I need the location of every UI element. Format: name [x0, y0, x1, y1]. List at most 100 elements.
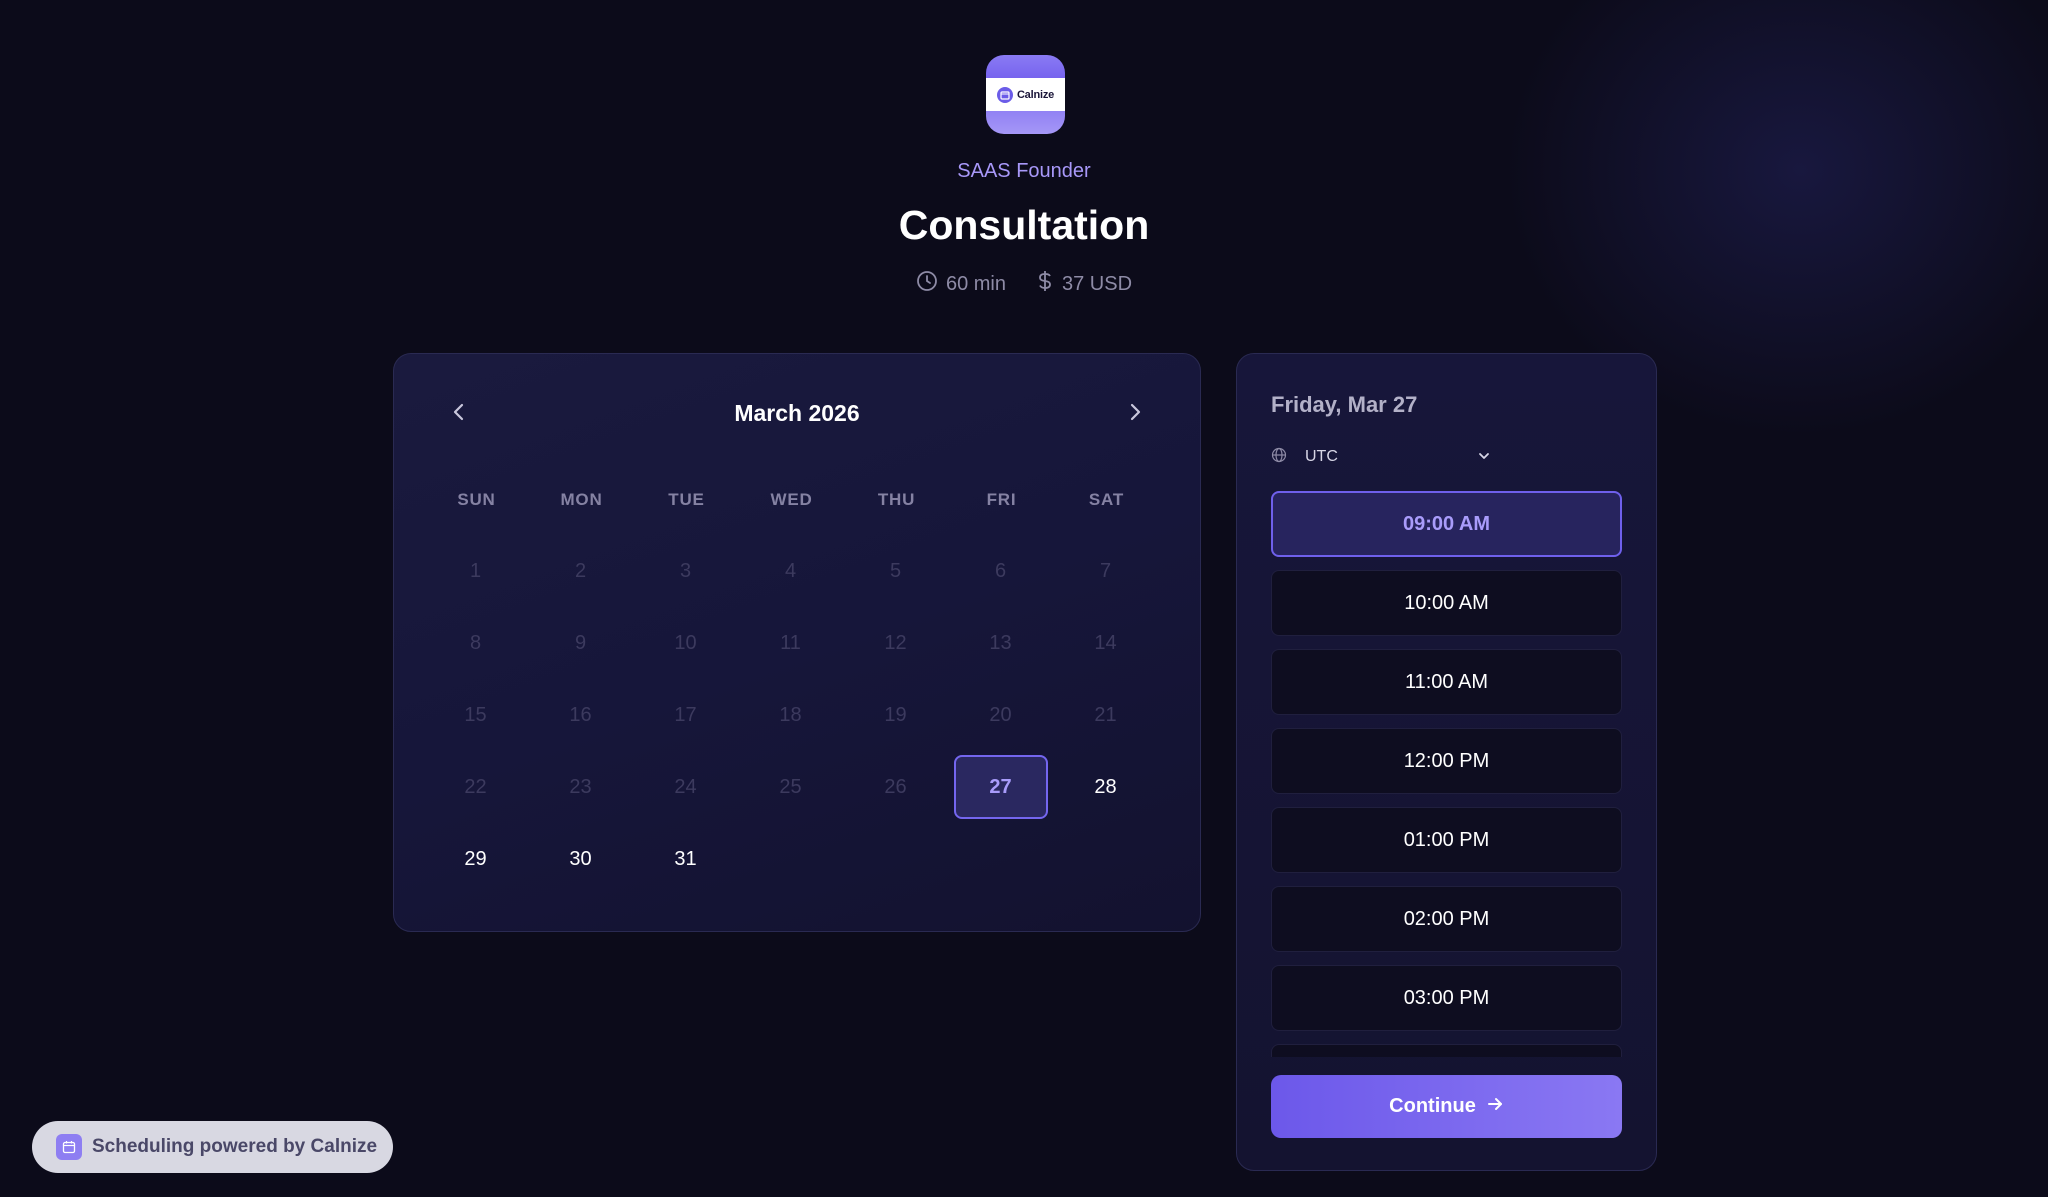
arrow-right-icon	[1486, 1095, 1504, 1119]
calendar-day-number: 4	[784, 559, 797, 582]
globe-icon	[1271, 447, 1287, 468]
month-label: March 2026	[734, 400, 860, 426]
calendar-day-number: 12	[884, 631, 907, 654]
calendar-day: 7	[1053, 535, 1158, 607]
chevron-down-icon	[1477, 449, 1491, 468]
calendar-day: 24	[633, 751, 738, 823]
time-slots-card: Friday, Mar 27 UTC 09:00 AM 10:00 AM 11:00…	[1236, 353, 1657, 1171]
calendar-day[interactable]: 31	[633, 823, 738, 895]
calendar-day-number: 22	[464, 775, 487, 798]
calendar-day-number: 17	[674, 703, 697, 726]
time-slot-label: 03:00 PM	[1403, 986, 1490, 1009]
time-slot-partial[interactable]	[1271, 1044, 1622, 1057]
calendar-day: 26	[843, 751, 948, 823]
time-slot[interactable]: 03:00 PM	[1271, 965, 1622, 1031]
calendar-day-number: 31	[674, 847, 697, 870]
powered-by-badge[interactable]: Scheduling powered by Calnize	[32, 1121, 393, 1173]
timezone-select[interactable]: UTC	[1271, 442, 1491, 472]
calendar-day: 3	[633, 535, 738, 607]
calendar-day: 2	[528, 535, 633, 607]
logo-band: Calnize	[986, 78, 1065, 111]
calendar-day-number: 27	[953, 755, 1048, 819]
calendar-day-number: 14	[1094, 631, 1117, 654]
calendar-day-number: 30	[569, 847, 592, 870]
calendar-day-number: 26	[884, 775, 907, 798]
weekday-label: MON	[560, 490, 603, 509]
chevron-right-icon	[1128, 401, 1142, 428]
calendar-day-number: 6	[994, 559, 1007, 582]
calendar-day: 15	[423, 679, 528, 751]
time-slot-label: 11:00 AM	[1404, 670, 1489, 693]
time-slot-label: 09:00 AM	[1402, 512, 1491, 535]
calendar-day: 23	[528, 751, 633, 823]
calendar-day: 21	[1053, 679, 1158, 751]
weekday-label: FRI	[986, 490, 1017, 509]
time-slot[interactable]: 10:00 AM	[1271, 570, 1622, 636]
calendar-day[interactable]: 30	[528, 823, 633, 895]
time-slot[interactable]: 12:00 PM	[1271, 728, 1622, 794]
calendar-day: 16	[528, 679, 633, 751]
calendar-day-number: 5	[889, 559, 902, 582]
calendar-day[interactable]: 28	[1053, 751, 1158, 823]
calendar-day-number: 2	[574, 559, 587, 582]
continue-label: Continue	[1389, 1095, 1476, 1117]
calendar-day-number: 24	[674, 775, 697, 798]
time-slot-label: 10:00 AM	[1404, 591, 1489, 614]
booking-page: Calnize SAAS Founder Consultation 60 min…	[0, 0, 2048, 1197]
calendar-day-number: 15	[464, 703, 487, 726]
weekday-label: THU	[877, 490, 916, 509]
clock-icon	[916, 270, 938, 298]
calendar-day: 13	[948, 607, 1053, 679]
time-slot[interactable]: 11:00 AM	[1271, 649, 1622, 715]
calendar-day-number: 13	[989, 631, 1012, 654]
calendar-day: 6	[948, 535, 1053, 607]
calendar-day-number: 7	[1099, 559, 1112, 582]
calendar-day-selected[interactable]: 27	[948, 751, 1053, 823]
calendar-day-number: 21	[1094, 703, 1117, 726]
calendar-day: 18	[738, 679, 843, 751]
calendar-day: 1	[423, 535, 528, 607]
event-meta: 60 min 37 USD	[0, 270, 2048, 298]
calendar-day: 5	[843, 535, 948, 607]
weekday-label: WED	[770, 490, 813, 509]
calendar-day: 20	[948, 679, 1053, 751]
time-slot[interactable]: 02:00 PM	[1271, 886, 1622, 952]
calendar-icon	[56, 1134, 82, 1160]
time-slot-label: 12:00 PM	[1403, 749, 1490, 772]
calendar-day: 14	[1053, 607, 1158, 679]
calendar-day-grid: 1 2 3 4 5 6 7 8 9 10 11 12 13 14 15 16 17 18 19 20 21 22 23 24 2…	[423, 535, 1159, 895]
time-slot-label: 02:00 PM	[1403, 907, 1490, 930]
time-slot[interactable]: 01:00 PM	[1271, 807, 1622, 873]
powered-by-text: Scheduling powered by Calnize	[92, 1136, 378, 1157]
calendar-day-number: 28	[1094, 775, 1117, 798]
calendar-day-number: 11	[780, 631, 801, 654]
calendar-day-number: 29	[464, 847, 487, 870]
timezone-value: UTC	[1305, 448, 1338, 465]
calendar-day-number: 23	[569, 775, 592, 798]
calendar-day[interactable]: 29	[423, 823, 528, 895]
calendar-day-number: 8	[469, 631, 482, 654]
weekday-label: SUN	[457, 490, 496, 509]
duration-info: 60 min	[916, 270, 1006, 298]
continue-button[interactable]: Continue	[1271, 1075, 1622, 1138]
calendar-day: 8	[423, 607, 528, 679]
calendar-day: 9	[528, 607, 633, 679]
logo-wordmark: Calnize	[1016, 88, 1055, 101]
weekday-label: TUE	[668, 490, 705, 509]
calendar-day: 10	[633, 607, 738, 679]
time-slot-list[interactable]: 09:00 AM 10:00 AM 11:00 AM 12:00 PM 01:00 PM…	[1271, 491, 1622, 1057]
calendar-day-number: 3	[679, 559, 692, 582]
next-month-button[interactable]	[1115, 394, 1155, 434]
selected-date-label: Friday, Mar 27	[1271, 392, 1418, 417]
calendar-day: 19	[843, 679, 948, 751]
calendar-day: 25	[738, 751, 843, 823]
calendar-day: 12	[843, 607, 948, 679]
calendar-day: 17	[633, 679, 738, 751]
time-slot-label: 01:00 PM	[1403, 828, 1490, 851]
price-label: 37 USD	[1062, 272, 1133, 295]
event-title: Consultation	[898, 202, 1150, 248]
weekday-header-row: SUN MON TUE WED THU FRI SAT	[424, 490, 1160, 510]
time-slot-selected[interactable]: 09:00 AM	[1271, 491, 1622, 557]
weekday-label: SAT	[1088, 490, 1125, 509]
price-info: 37 USD	[1036, 270, 1132, 298]
